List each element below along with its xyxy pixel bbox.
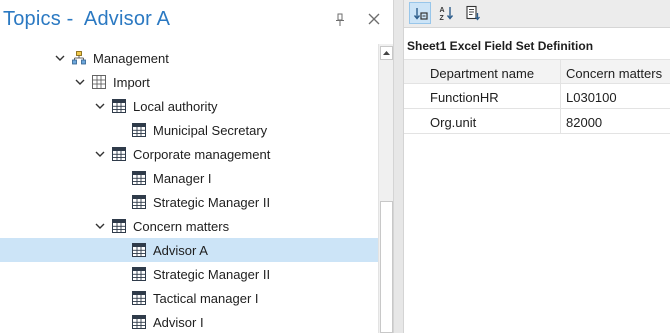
tree-node-label: Management xyxy=(93,51,169,66)
categorized-sort-icon xyxy=(413,8,428,20)
tree-node-label: Concern matters xyxy=(133,219,230,234)
pane-title: Topics - Advisor A xyxy=(3,8,171,30)
tree-node-management[interactable]: Management xyxy=(0,46,378,70)
table-icon xyxy=(132,171,146,185)
property-name-cell: Department name xyxy=(430,66,535,81)
tree-node-label: Tactical manager I xyxy=(153,291,259,306)
chevron-down-icon[interactable] xyxy=(95,149,105,159)
tree-node-label: Corporate management xyxy=(133,147,271,162)
table-icon xyxy=(112,147,126,161)
tree-node-manager-i[interactable]: Manager I xyxy=(0,166,378,190)
topics-pane: Topics - Advisor A Management Import Loc… xyxy=(0,0,393,333)
alphabetical-sort-button[interactable]: A Z xyxy=(436,2,458,24)
property-grid-caption: Sheet1 Excel Field Set Definition xyxy=(407,39,594,53)
properties-toolbar: A Z xyxy=(404,0,670,28)
property-grid-header-row: Department name Concern matters xyxy=(404,59,670,84)
table-icon xyxy=(112,99,126,113)
tree-node-import[interactable]: Import xyxy=(0,70,378,94)
property-value-cell[interactable]: L030100 xyxy=(566,90,617,105)
svg-text:A: A xyxy=(440,7,445,14)
table-icon xyxy=(132,123,146,137)
property-grid: Department name Concern matters Function… xyxy=(404,59,670,134)
property-pages-button[interactable] xyxy=(462,2,484,24)
property-pages-icon xyxy=(466,5,481,21)
property-name-cell: FunctionHR xyxy=(430,90,499,105)
categorized-sort-button[interactable] xyxy=(409,2,431,24)
tree-node-label: Municipal Secretary xyxy=(153,123,268,138)
table-icon xyxy=(132,267,146,281)
tree-node-strategic-manager-ii[interactable]: Strategic Manager II xyxy=(0,262,378,286)
chevron-down-icon[interactable] xyxy=(95,221,105,231)
tree-node-strategic-manager-ii[interactable]: Strategic Manager II xyxy=(0,190,378,214)
pin-icon[interactable] xyxy=(334,13,346,27)
tree-node-label: Advisor I xyxy=(153,315,204,330)
tree-node-local-authority[interactable]: Local authority xyxy=(0,94,378,118)
property-value-cell[interactable]: 82000 xyxy=(566,115,602,130)
chevron-down-icon[interactable] xyxy=(95,101,105,111)
tree-node-label: Import xyxy=(113,75,150,90)
svg-text:Z: Z xyxy=(440,15,445,21)
tree-node-concern-matters[interactable]: Concern matters xyxy=(0,214,378,238)
property-row[interactable]: Org.unit 82000 xyxy=(404,109,670,134)
property-name-cell: Org.unit xyxy=(430,115,477,130)
tree-node-label: Local authority xyxy=(133,99,218,114)
topic-tree: Management Import Local authority Munici… xyxy=(0,44,378,333)
tree-node-advisor-i[interactable]: Advisor I xyxy=(0,310,378,333)
pane-splitter[interactable] xyxy=(393,0,404,333)
column-separator[interactable] xyxy=(560,60,561,84)
tree-node-tactical-manager-i[interactable]: Tactical manager I xyxy=(0,286,378,310)
tree-node-label: Manager I xyxy=(153,171,212,186)
alphabetical-sort-icon: A Z xyxy=(440,7,454,21)
property-value-cell[interactable]: Concern matters xyxy=(566,66,662,81)
org-chart-icon xyxy=(72,51,86,65)
table-icon xyxy=(132,315,146,329)
table-icon xyxy=(132,291,146,305)
column-separator[interactable] xyxy=(560,109,561,133)
tree-node-advisor-a[interactable]: Advisor A xyxy=(0,238,378,262)
column-separator[interactable] xyxy=(560,84,561,108)
chevron-down-icon[interactable] xyxy=(55,53,65,63)
tree-node-corporate-management[interactable]: Corporate management xyxy=(0,142,378,166)
scrollbar-thumb[interactable] xyxy=(380,201,393,333)
table-icon xyxy=(132,243,146,257)
table-icon xyxy=(112,219,126,233)
triangle-up-icon xyxy=(383,51,390,55)
tree-node-label: Strategic Manager II xyxy=(153,267,271,282)
chevron-down-icon[interactable] xyxy=(75,77,85,87)
close-icon[interactable] xyxy=(368,13,380,25)
tree-node-label: Strategic Manager II xyxy=(153,195,271,210)
scroll-up-button[interactable] xyxy=(380,46,393,60)
tree-node-municipal-secretary[interactable]: Municipal Secretary xyxy=(0,118,378,142)
property-row[interactable]: FunctionHR L030100 xyxy=(404,84,670,109)
grid-icon xyxy=(92,75,106,89)
properties-pane: A Z Sheet1 Excel Field Set Definition De… xyxy=(404,0,670,333)
table-icon xyxy=(132,195,146,209)
tree-vertical-scrollbar[interactable] xyxy=(378,44,393,333)
tree-node-label: Advisor A xyxy=(153,243,208,258)
